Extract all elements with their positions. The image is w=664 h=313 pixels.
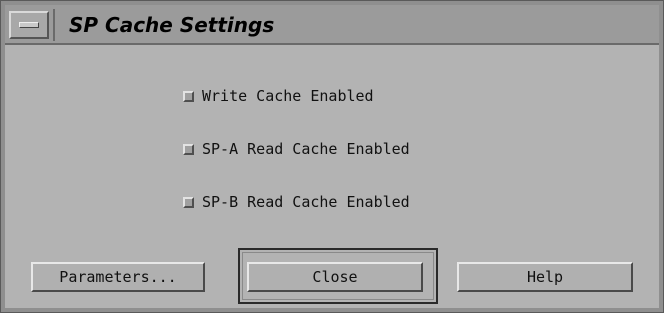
help-button[interactable]: Help: [457, 262, 633, 292]
window-menu-icon: [19, 22, 39, 28]
sp-b-read-cache-checkbox-row[interactable]: SP-B Read Cache Enabled: [183, 191, 410, 213]
sp-b-read-cache-label: SP-B Read Cache Enabled: [202, 193, 410, 211]
write-cache-label: Write Cache Enabled: [202, 87, 374, 105]
window-title: SP Cache Settings: [69, 13, 275, 37]
sp-b-read-cache-checkbox[interactable]: [183, 196, 194, 208]
write-cache-checkbox-row[interactable]: Write Cache Enabled: [183, 85, 374, 107]
parameters-button[interactable]: Parameters...: [31, 262, 205, 292]
sp-cache-settings-window: SP Cache Settings Write Cache Enabled SP…: [0, 0, 664, 313]
write-cache-checkbox[interactable]: [183, 90, 194, 102]
dialog-content: Write Cache Enabled SP-A Read Cache Enab…: [5, 45, 659, 308]
title-separator: [53, 9, 55, 41]
sp-a-read-cache-label: SP-A Read Cache Enabled: [202, 140, 410, 158]
sp-a-read-cache-checkbox-row[interactable]: SP-A Read Cache Enabled: [183, 138, 410, 160]
window-menu-button[interactable]: [9, 11, 49, 39]
title-bar[interactable]: SP Cache Settings: [5, 5, 659, 45]
sp-a-read-cache-checkbox[interactable]: [183, 143, 194, 155]
close-button[interactable]: Close: [247, 262, 423, 292]
